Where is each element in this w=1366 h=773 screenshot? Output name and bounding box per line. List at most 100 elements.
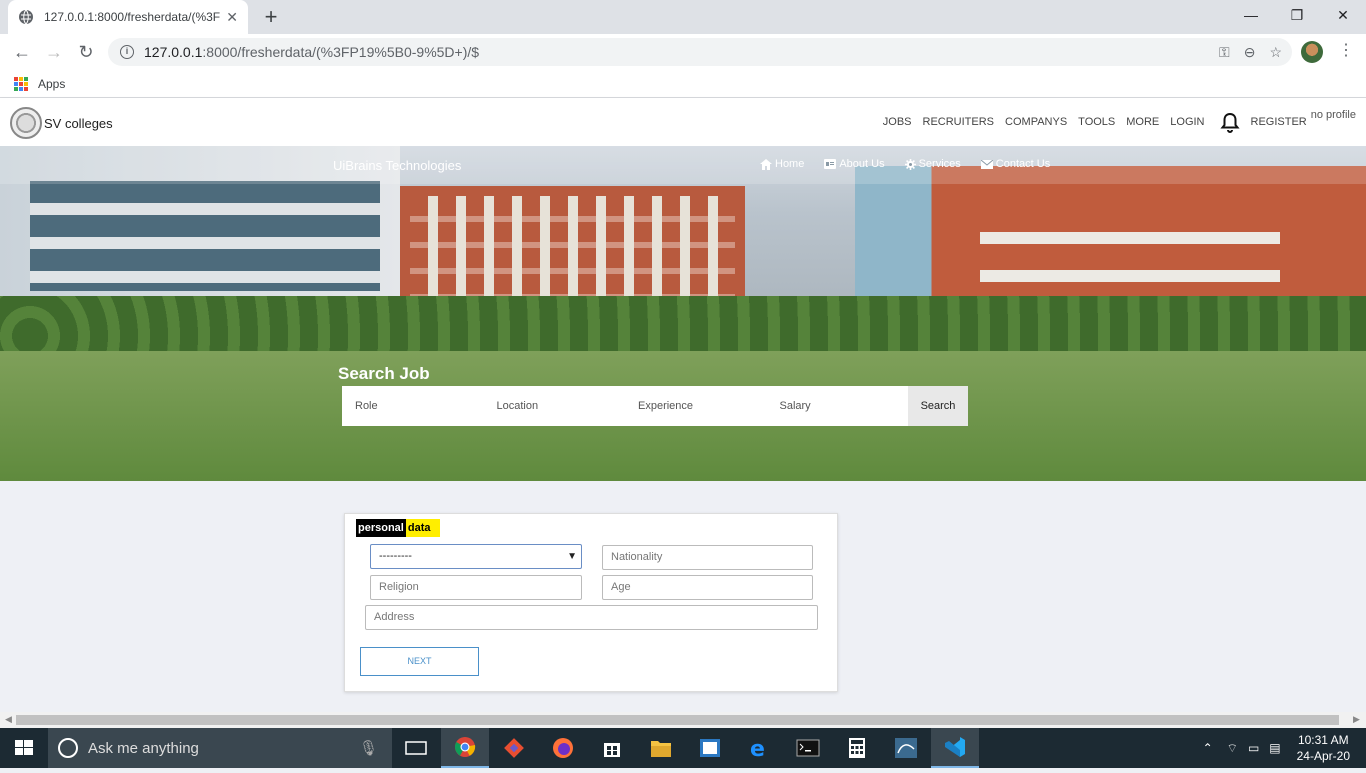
personal-data-badge: personal data bbox=[356, 519, 441, 537]
role-input[interactable]: Role bbox=[342, 386, 484, 426]
start-button[interactable] bbox=[0, 728, 48, 768]
chrome-taskbar-icon[interactable] bbox=[441, 728, 489, 768]
profile-image-alt[interactable]: no profile bbox=[1311, 109, 1356, 121]
calculator-icon[interactable] bbox=[833, 728, 881, 768]
file-explorer-icon[interactable] bbox=[637, 728, 685, 768]
back-icon[interactable]: ← bbox=[10, 40, 34, 64]
site-info-icon[interactable]: i bbox=[120, 45, 134, 59]
caret-down-icon: ▼ bbox=[567, 551, 577, 562]
microphone-icon[interactable]: 🎙 bbox=[359, 739, 378, 757]
nationality-field[interactable]: Nationality bbox=[602, 545, 813, 570]
cortana-placeholder: Ask me anything bbox=[88, 739, 199, 757]
badge-personal: personal bbox=[356, 519, 406, 537]
maximize-button[interactable]: ❐ bbox=[1274, 0, 1320, 30]
battery-icon[interactable]: ▭ bbox=[1248, 741, 1259, 755]
address-bar[interactable]: i 127.0.0.1:8000/fresherdata/(%3FP19%5B0… bbox=[108, 38, 1292, 66]
nav-tools[interactable]: TOOLS bbox=[1078, 116, 1115, 128]
home-icon bbox=[760, 158, 772, 170]
tab-title: 127.0.0.1:8000/fresherdata/(%3FP bbox=[44, 10, 221, 24]
notification-icon[interactable]: ▤ bbox=[1269, 741, 1280, 755]
menu-kebab-icon[interactable]: ⋮ bbox=[1338, 40, 1354, 60]
globe-icon bbox=[19, 9, 33, 25]
scroll-left-icon[interactable]: ◀ bbox=[5, 714, 12, 725]
experience-input[interactable]: Experience bbox=[625, 386, 767, 426]
clock[interactable]: 10:31 AM 24-Apr-20 bbox=[1297, 732, 1350, 764]
browser-toolbar: ← → ↻ i 127.0.0.1:8000/fresherdata/(%3FP… bbox=[0, 34, 1366, 70]
nav-recruiters[interactable]: RECRUITERS bbox=[923, 116, 995, 128]
cortana-icon bbox=[58, 738, 78, 758]
site-brand[interactable]: SV colleges bbox=[10, 107, 113, 139]
bookmark-apps[interactable]: Apps bbox=[38, 77, 65, 91]
personal-data-card: personal data --------- ▼ Nationality Re… bbox=[344, 513, 838, 692]
hero-menu-label: Services bbox=[918, 158, 961, 170]
card-icon bbox=[824, 159, 837, 169]
building-left-windows bbox=[30, 181, 380, 291]
nav-jobs[interactable]: JOBS bbox=[883, 116, 912, 128]
store-icon[interactable] bbox=[588, 728, 636, 768]
git-icon[interactable] bbox=[490, 728, 538, 768]
hero-menu-contact[interactable]: Contact Us bbox=[980, 158, 1050, 170]
select-value: --------- bbox=[379, 550, 412, 562]
key-icon[interactable]: ⚿ bbox=[1219, 44, 1230, 61]
ide-icon[interactable] bbox=[686, 728, 734, 768]
apps-icon bbox=[14, 76, 28, 91]
forward-icon[interactable]: → bbox=[42, 40, 66, 64]
close-window-button[interactable]: ✕ bbox=[1320, 0, 1366, 30]
salary-input[interactable]: Salary bbox=[767, 386, 909, 426]
hero-menu-home[interactable]: Home bbox=[760, 158, 804, 170]
clock-time: 10:31 AM bbox=[1297, 733, 1349, 747]
svg-text:e: e bbox=[750, 737, 765, 759]
star-icon[interactable]: ☆ bbox=[1269, 44, 1282, 61]
profile-avatar[interactable] bbox=[1301, 41, 1323, 63]
location-input[interactable]: Location bbox=[484, 386, 626, 426]
scrollbar-thumb[interactable] bbox=[16, 715, 1339, 725]
gear-icon bbox=[904, 158, 916, 170]
task-view-icon[interactable] bbox=[392, 728, 440, 768]
tab-close-icon[interactable]: ✕ bbox=[226, 9, 238, 26]
trees bbox=[0, 296, 1366, 356]
next-button[interactable]: NEXT bbox=[360, 647, 479, 676]
badge-data: data bbox=[405, 519, 441, 537]
bell-icon[interactable] bbox=[1219, 111, 1241, 133]
minimize-button[interactable]: — bbox=[1228, 0, 1274, 30]
search-job-title: Search Job bbox=[338, 364, 430, 383]
chevron-up-icon[interactable]: ⌃ bbox=[1203, 741, 1213, 755]
reload-icon[interactable]: ↻ bbox=[74, 40, 98, 64]
cortana-search[interactable]: Ask me anything 🎙 bbox=[48, 728, 392, 768]
terminal-icon[interactable] bbox=[784, 728, 832, 768]
nav-more[interactable]: MORE bbox=[1126, 116, 1159, 128]
brand-name: SV colleges bbox=[44, 115, 113, 131]
new-tab-button[interactable]: + bbox=[258, 4, 284, 30]
browser-tabstrip: 127.0.0.1:8000/fresherdata/(%3FP ✕ + — ❐… bbox=[0, 0, 1366, 34]
vscode-icon[interactable] bbox=[931, 728, 979, 768]
system-tray: ⌃ ⌔ ▭ ▤ 10:31 AM 24-Apr-20 bbox=[1203, 728, 1366, 768]
hero-menu-label: About Us bbox=[839, 158, 885, 170]
gender-select[interactable]: --------- ▼ bbox=[370, 544, 582, 569]
wifi-icon[interactable]: ⌔ bbox=[1227, 741, 1238, 756]
hero-menu-services[interactable]: Services bbox=[904, 158, 961, 170]
scroll-right-icon[interactable]: ▶ bbox=[1353, 714, 1360, 725]
religion-field[interactable]: Religion bbox=[370, 575, 582, 600]
horizontal-scrollbar[interactable]: ◀ ▶ bbox=[0, 712, 1366, 728]
windows-taskbar: Ask me anything 🎙 e ⌃ ⌔ ▭ ▤ 10:31 AM 24-… bbox=[0, 728, 1366, 768]
hero-menu-about[interactable]: About Us bbox=[824, 158, 885, 170]
url-path: :8000/fresherdata/(%3FP19%5B0-9%5D+)/$ bbox=[202, 44, 480, 60]
address-field[interactable]: Address bbox=[365, 605, 818, 630]
bookmarks-bar: Apps bbox=[0, 70, 1366, 98]
hero-brand[interactable]: UiBrains Technologies bbox=[333, 158, 461, 173]
hero-banner: UiBrains Technologies Home About Us Serv… bbox=[0, 146, 1366, 481]
zoom-icon[interactable]: ⊖ bbox=[1244, 44, 1256, 61]
search-button[interactable]: Search bbox=[908, 386, 968, 426]
nav-companys[interactable]: COMPANYS bbox=[1005, 116, 1067, 128]
age-field[interactable]: Age bbox=[602, 575, 813, 600]
nav-register[interactable]: REGISTER bbox=[1251, 116, 1307, 128]
edge-icon[interactable]: e bbox=[735, 728, 783, 768]
nav-login[interactable]: LOGIN bbox=[1170, 116, 1204, 128]
envelope-icon bbox=[980, 159, 993, 169]
firefox-icon[interactable] bbox=[539, 728, 587, 768]
windows-logo-icon bbox=[15, 740, 33, 755]
site-nav-links: JOBS RECRUITERS COMPANYS TOOLS MORE LOGI… bbox=[872, 98, 1356, 146]
hero-menu-label: Home bbox=[775, 158, 805, 170]
mysql-workbench-icon[interactable] bbox=[882, 728, 930, 768]
browser-tab[interactable]: 127.0.0.1:8000/fresherdata/(%3FP ✕ bbox=[8, 0, 248, 34]
